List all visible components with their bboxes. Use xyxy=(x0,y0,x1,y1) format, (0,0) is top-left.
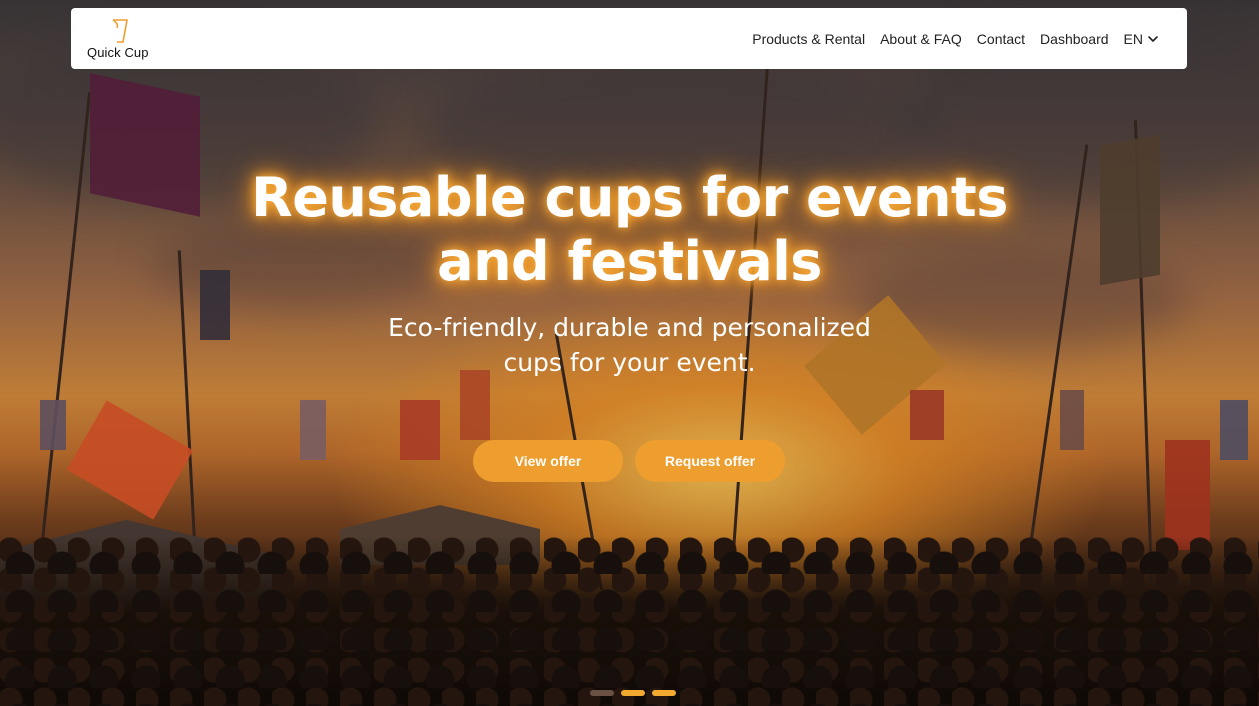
hero-subheadline-line1: Eco-friendly, durable and personalized xyxy=(388,313,871,342)
view-offer-button[interactable]: View offer xyxy=(473,440,623,482)
request-offer-button[interactable]: Request offer xyxy=(635,440,785,482)
nav-links: Products & Rental About & FAQ Contact Da… xyxy=(752,31,1159,47)
chevron-down-icon xyxy=(1148,35,1158,42)
hero-section: Quick Cup Products & Rental About & FAQ … xyxy=(0,0,1259,706)
nav-products-rental[interactable]: Products & Rental xyxy=(752,31,865,47)
cup-logo-icon xyxy=(112,18,128,43)
nav-dashboard[interactable]: Dashboard xyxy=(1040,31,1109,47)
hero-headline: Reusable cups for events and festivals xyxy=(0,166,1259,294)
hero-subheadline: Eco-friendly, durable and personalized c… xyxy=(0,310,1259,380)
hero-cta-group: View offer Request offer xyxy=(473,440,785,482)
hero-subheadline-line2: cups for your event. xyxy=(503,348,756,377)
nav-about-faq[interactable]: About & FAQ xyxy=(880,31,962,47)
carousel-dot-1[interactable] xyxy=(590,690,614,696)
carousel-indicators xyxy=(590,690,676,696)
carousel-dot-2[interactable] xyxy=(621,690,645,696)
hero-headline-line2: and festivals xyxy=(437,230,822,293)
brand-name: Quick Cup xyxy=(87,44,149,60)
nav-contact[interactable]: Contact xyxy=(977,31,1025,47)
hero-headline-line1: Reusable cups for events xyxy=(251,166,1008,229)
brand-logo[interactable]: Quick Cup xyxy=(87,18,149,60)
carousel-dot-3[interactable] xyxy=(652,690,676,696)
language-selector[interactable]: EN xyxy=(1124,31,1159,47)
language-label: EN xyxy=(1123,30,1143,47)
top-navbar: Quick Cup Products & Rental About & FAQ … xyxy=(71,8,1187,69)
